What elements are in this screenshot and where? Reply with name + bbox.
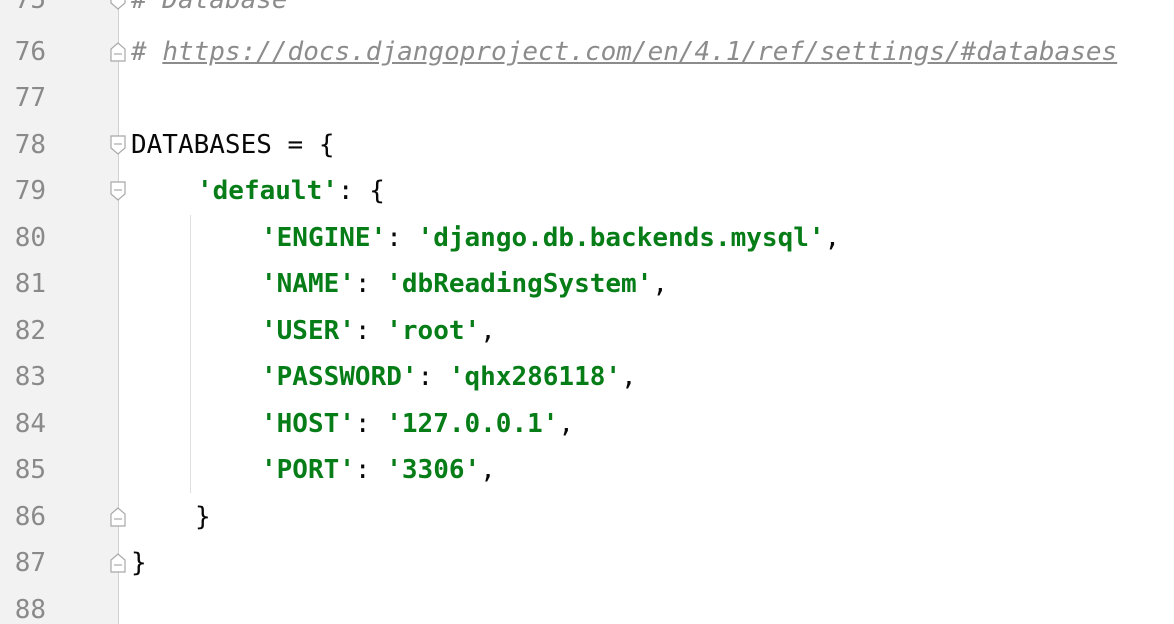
string-key: 'PORT' xyxy=(261,455,355,485)
code-text[interactable]: 'default': { xyxy=(197,168,385,214)
code-line-88[interactable]: 88 xyxy=(0,587,1174,624)
line-number: 82 xyxy=(14,316,46,346)
line-number: 75 xyxy=(14,0,46,15)
fold-close-icon[interactable] xyxy=(110,507,126,527)
line-number: 84 xyxy=(14,409,46,439)
code-text[interactable]: # Database xyxy=(131,0,288,23)
punctuation: , xyxy=(824,223,841,253)
closing-brace[interactable]: } xyxy=(195,494,211,540)
code-line-86[interactable]: 86 } xyxy=(0,494,1174,540)
fold-open-icon[interactable] xyxy=(110,135,126,155)
line-number: 76 xyxy=(14,37,46,67)
code-editor[interactable]: 75 # Database 76 # https://docs.djangopr… xyxy=(0,0,1174,624)
punctuation: : xyxy=(417,362,449,392)
punctuation: , xyxy=(480,455,496,485)
code-line-77[interactable]: 77 xyxy=(0,75,1174,121)
line-number: 86 xyxy=(14,502,46,532)
comment-hash: # xyxy=(131,37,163,67)
string-key: 'ENGINE' xyxy=(261,223,387,253)
line-number: 85 xyxy=(14,455,46,485)
line-number: 88 xyxy=(14,595,46,624)
code-text[interactable]: 'NAME': 'dbReadingSystem', xyxy=(261,261,668,307)
string-key: 'USER' xyxy=(261,316,355,346)
fold-close-icon[interactable] xyxy=(110,553,126,573)
code-text[interactable]: 'PASSWORD': 'qhx286118', xyxy=(261,354,637,400)
line-number: 78 xyxy=(14,130,46,160)
punctuation: : xyxy=(354,269,387,299)
code-line-87[interactable]: 87 } xyxy=(0,540,1174,586)
punctuation: : xyxy=(354,409,387,439)
punctuation: , xyxy=(652,269,668,299)
punctuation: , xyxy=(621,362,637,392)
code-text[interactable]: # https://docs.djangoproject.com/en/4.1/… xyxy=(131,29,1117,75)
line-number: 83 xyxy=(14,362,46,392)
code-line-83[interactable]: 83 'PASSWORD': 'qhx286118', xyxy=(0,354,1174,400)
punctuation: : xyxy=(354,455,387,485)
line-number: 87 xyxy=(14,548,46,578)
string-value: 'django.db.backends.mysql' xyxy=(417,223,825,253)
punctuation: , xyxy=(558,409,575,439)
code-line-81[interactable]: 81 'NAME': 'dbReadingSystem', xyxy=(0,261,1174,307)
string-key: 'NAME' xyxy=(261,269,355,299)
string-key: 'HOST' xyxy=(261,409,355,439)
fold-open-icon[interactable] xyxy=(110,0,126,10)
code-text[interactable]: 'PORT': '3306', xyxy=(261,447,496,493)
line-number: 81 xyxy=(14,269,46,299)
code-line-84[interactable]: 84 'HOST': '127.0.0.1', xyxy=(0,401,1174,447)
string-value: 'qhx286118' xyxy=(448,362,622,392)
databases-assignment[interactable]: DATABASES = { xyxy=(131,122,335,168)
fold-close-icon[interactable] xyxy=(110,42,126,62)
line-number: 79 xyxy=(14,176,46,206)
string-key: 'default' xyxy=(197,176,338,206)
code-line-80[interactable]: 80 'ENGINE': 'django.db.backends.mysql', xyxy=(0,215,1174,261)
code-text[interactable]: 'HOST': '127.0.0.1', xyxy=(261,401,574,447)
docs-link[interactable]: https://docs.djangoproject.com/en/4.1/re… xyxy=(162,37,1117,67)
punctuation: : xyxy=(386,223,418,253)
code-line-82[interactable]: 82 'USER': 'root', xyxy=(0,308,1174,354)
line-number: 80 xyxy=(14,223,46,253)
code-text[interactable]: 'ENGINE': 'django.db.backends.mysql', xyxy=(261,215,840,261)
code-line-85[interactable]: 85 'PORT': '3306', xyxy=(0,447,1174,493)
line-number: 77 xyxy=(14,83,46,113)
punctuation: , xyxy=(480,316,496,346)
fold-open-icon[interactable] xyxy=(110,181,126,201)
string-value: '127.0.0.1' xyxy=(386,409,559,439)
string-key: 'PASSWORD' xyxy=(261,362,418,392)
string-value: '3306' xyxy=(386,455,481,485)
string-value: 'dbReadingSystem' xyxy=(386,269,653,299)
code-line-79[interactable]: 79 'default': { xyxy=(0,168,1174,214)
punctuation: : xyxy=(354,316,387,346)
code-line-78[interactable]: 78 DATABASES = { xyxy=(0,122,1174,168)
closing-brace[interactable]: } xyxy=(131,540,147,586)
punctuation: : { xyxy=(337,176,385,206)
string-value: 'root' xyxy=(386,316,481,346)
code-line-75[interactable]: 75 # Database xyxy=(0,0,1174,23)
code-line-76[interactable]: 76 # https://docs.djangoproject.com/en/4… xyxy=(0,29,1174,75)
code-text[interactable]: 'USER': 'root', xyxy=(261,308,496,354)
comment: # Database xyxy=(131,0,288,15)
